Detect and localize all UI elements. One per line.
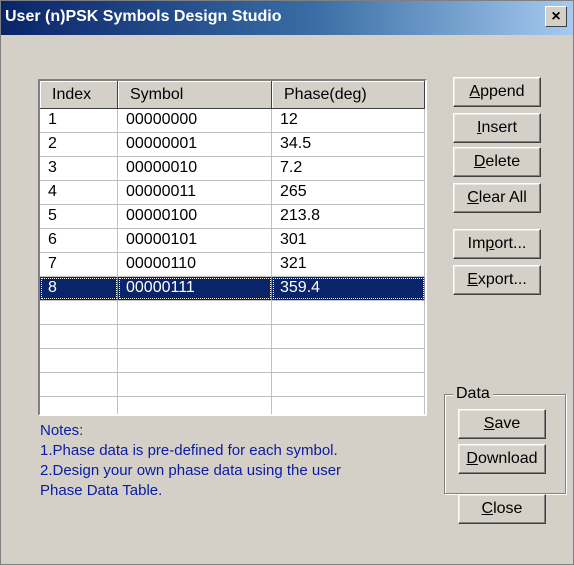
data-group-label: Data [453,384,493,404]
append-button[interactable]: Append [453,77,541,107]
cell-index[interactable]: 8 [40,277,118,300]
empty-table-row[interactable] [40,325,425,349]
psk-design-dialog: User (n)PSK Symbols Design Studio × Inde… [0,0,574,565]
cell-phase[interactable]: 213.8 [272,205,425,228]
cell-symbol[interactable] [118,301,272,324]
cell-symbol[interactable]: 00000110 [118,253,272,276]
download-button[interactable]: Download [458,444,546,474]
cell-index[interactable]: 2 [40,133,118,156]
cell-index[interactable] [40,301,118,324]
cell-index[interactable]: 4 [40,181,118,204]
cell-index[interactable] [40,325,118,348]
cell-index[interactable]: 5 [40,205,118,228]
cell-symbol[interactable]: 00000101 [118,229,272,252]
close-button[interactable]: Close [458,494,546,524]
cell-phase[interactable]: 301 [272,229,425,252]
phase-data-table[interactable]: Index Symbol Phase(deg) 1 00000000 12 2 0000… [38,79,427,416]
table-row[interactable]: 5 00000100 213.8 [40,205,425,229]
notes-line: Notes: [40,422,84,439]
title-bar: User (n)PSK Symbols Design Studio × [1,1,573,35]
notes-line: 1.Phase data is pre-defined for each sym… [40,442,338,459]
table-row[interactable]: 7 00000110 321 [40,253,425,277]
cell-phase[interactable]: 359.4 [272,277,425,300]
cell-symbol[interactable]: 00000011 [118,181,272,204]
cell-phase[interactable] [272,301,425,324]
notes-line: 2.Design your own phase data using the u… [40,462,342,479]
table-row[interactable]: 6 00000101 301 [40,229,425,253]
column-header-phase[interactable]: Phase(deg) [272,81,425,109]
insert-button[interactable]: Insert [453,113,541,143]
cell-index[interactable]: 6 [40,229,118,252]
cell-index[interactable] [40,349,118,372]
cell-index[interactable] [40,397,118,414]
close-window-button[interactable]: × [545,6,567,27]
cell-index[interactable]: 3 [40,157,118,180]
clear-all-button[interactable]: Clear All [453,183,541,213]
cell-symbol[interactable]: 00000100 [118,205,272,228]
cell-index[interactable]: 7 [40,253,118,276]
empty-table-row[interactable] [40,349,425,373]
cell-phase[interactable]: 12 [272,109,425,132]
empty-table-row[interactable] [40,373,425,397]
column-header-index[interactable]: Index [40,81,118,109]
table-row[interactable]: 8 00000111 359.4 [40,277,425,301]
cell-phase[interactable] [272,373,425,396]
cell-symbol[interactable] [118,349,272,372]
cell-phase[interactable] [272,325,425,348]
table-row[interactable]: 2 00000001 34.5 [40,133,425,157]
cell-phase[interactable] [272,397,425,414]
cell-symbol[interactable] [118,397,272,414]
cell-symbol[interactable]: 00000001 [118,133,272,156]
column-header-symbol[interactable]: Symbol [118,81,272,109]
table-row[interactable]: 4 00000011 265 [40,181,425,205]
table-header: Index Symbol Phase(deg) [40,81,425,109]
cell-symbol[interactable]: 00000111 [118,277,272,300]
notes-line: Phase Data Table. [40,482,163,499]
cell-phase[interactable]: 34.5 [272,133,425,156]
cell-symbol[interactable] [118,325,272,348]
table-row[interactable]: 1 00000000 12 [40,109,425,133]
save-button[interactable]: Save [458,409,546,439]
window-title: User (n)PSK Symbols Design Studio [5,8,282,25]
empty-table-row[interactable] [40,397,425,414]
delete-button[interactable]: Delete [453,147,541,177]
cell-symbol[interactable]: 00000010 [118,157,272,180]
cell-phase[interactable]: 265 [272,181,425,204]
cell-index[interactable] [40,373,118,396]
cell-phase[interactable] [272,349,425,372]
export-button[interactable]: Export... [453,265,541,295]
cell-index[interactable]: 1 [40,109,118,132]
cell-symbol[interactable]: 00000000 [118,109,272,132]
import-button[interactable]: Import... [453,229,541,259]
empty-table-row[interactable] [40,301,425,325]
cell-phase[interactable]: 321 [272,253,425,276]
cell-phase[interactable]: 7.2 [272,157,425,180]
cell-symbol[interactable] [118,373,272,396]
notes-text: Notes: 1.Phase data is pre-defined for e… [40,421,425,521]
table-row[interactable]: 3 00000010 7.2 [40,157,425,181]
